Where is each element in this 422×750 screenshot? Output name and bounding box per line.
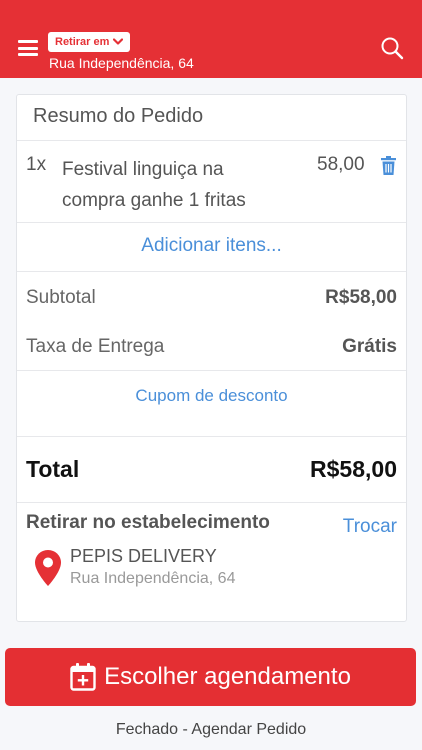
item-quantity: 1x bbox=[26, 154, 47, 175]
order-mode-label: Retirar em bbox=[55, 36, 110, 48]
item-name: Festival linguiça na compra ganhe 1 frit… bbox=[62, 159, 246, 211]
item-price: 58,00 bbox=[317, 154, 365, 175]
subtotal-label: Subtotal bbox=[26, 287, 96, 308]
schedule-button[interactable]: Escolher agendamento bbox=[5, 648, 416, 706]
divider bbox=[17, 140, 406, 141]
divider bbox=[17, 271, 406, 272]
calendar-plus-icon bbox=[70, 663, 96, 691]
store-name: PEPIS DELIVERY bbox=[70, 546, 217, 566]
map-pin-icon bbox=[35, 550, 61, 586]
store-address: Rua Independência, 64 bbox=[70, 570, 236, 587]
menu-icon[interactable] bbox=[18, 40, 38, 56]
order-summary-card: Resumo do Pedido 1x Festival linguiça na… bbox=[16, 94, 407, 622]
trash-icon[interactable] bbox=[380, 156, 397, 176]
change-pickup-link[interactable]: Trocar bbox=[343, 516, 397, 538]
schedule-button-label: Escolher agendamento bbox=[104, 663, 351, 690]
chevron-down-icon bbox=[113, 38, 124, 45]
total-value: R$58,00 bbox=[310, 456, 397, 482]
order-summary-title: Resumo do Pedido bbox=[33, 105, 204, 127]
store-status-text: Fechado - Agendar Pedido bbox=[115, 721, 307, 738]
search-icon[interactable] bbox=[380, 36, 404, 60]
divider bbox=[17, 222, 406, 223]
add-items-link[interactable]: Adicionar itens... bbox=[17, 235, 406, 257]
divider bbox=[17, 370, 406, 371]
total-label: Total bbox=[26, 456, 80, 482]
top-bar: Retirar em Rua Independência, 64 bbox=[0, 0, 422, 78]
subtotal-value: R$58,00 bbox=[325, 287, 397, 308]
divider bbox=[17, 436, 406, 437]
divider bbox=[17, 502, 406, 503]
delivery-fee-label: Taxa de Entrega bbox=[26, 336, 165, 357]
order-mode-selector[interactable]: Retirar em bbox=[48, 32, 131, 52]
coupon-link[interactable]: Cupom de desconto bbox=[17, 386, 406, 406]
pickup-title: Retirar no estabelecimento bbox=[26, 512, 270, 533]
delivery-fee-value: Grátis bbox=[342, 336, 397, 357]
pickup-address-header: Rua Independência, 64 bbox=[49, 55, 194, 71]
